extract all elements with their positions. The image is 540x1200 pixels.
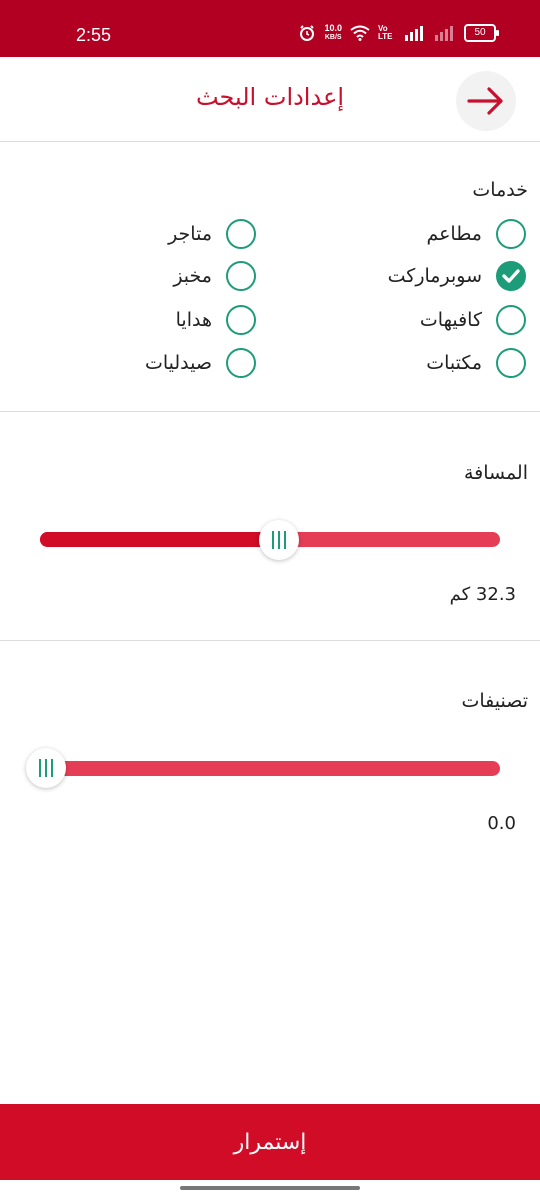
service-option-libraries[interactable]: مكتبات (426, 345, 526, 381)
ratings-value: 0.0 (487, 813, 516, 834)
service-option-gifts[interactable]: هدايا (176, 302, 256, 338)
network-speed-value: 10.0 (324, 23, 342, 33)
battery-icon: 50 (464, 24, 499, 42)
arrow-right-icon (467, 87, 503, 115)
checkbox-icon[interactable] (226, 305, 256, 335)
alarm-icon (300, 25, 315, 41)
checkbox-icon[interactable] (226, 261, 256, 291)
status-bar: 2:55 10.0 KB/S Vo LTE 50 (0, 0, 540, 57)
network-speed: 10.0 KB/S (324, 24, 342, 42)
checkbox-icon[interactable] (496, 219, 526, 249)
service-label: مخبز (173, 265, 212, 287)
volte-indicator: Vo LTE (378, 24, 393, 41)
service-label: كافيهات (419, 309, 482, 331)
wifi-icon (350, 25, 370, 41)
service-label: سوبرماركت (387, 265, 482, 287)
service-label: هدايا (175, 309, 212, 331)
checkbox-icon[interactable] (496, 305, 526, 335)
ratings-slider-track[interactable] (40, 761, 500, 776)
ratings-slider-thumb[interactable] (26, 748, 66, 788)
service-label: متاجر (168, 223, 212, 245)
status-time: 2:55 (76, 25, 112, 45)
service-option-restaurants[interactable]: مطاعم (426, 216, 526, 252)
status-icons: 10.0 KB/S Vo LTE 50 (298, 24, 499, 42)
service-option-bakery[interactable]: مخبز (173, 258, 256, 294)
checkbox-icon[interactable] (226, 348, 256, 378)
services-title: خدمات (472, 179, 528, 201)
service-label: مكتبات (426, 352, 482, 374)
service-option-stores[interactable]: متاجر (168, 216, 256, 252)
divider (0, 411, 540, 412)
header: إعدادات البحث (0, 57, 540, 142)
network-speed-unit: KB/S (324, 34, 342, 41)
ratings-title: تصنيفات (461, 690, 528, 712)
divider (0, 640, 540, 641)
checkbox-icon[interactable] (226, 219, 256, 249)
back-button[interactable] (456, 71, 516, 131)
service-option-pharmacies[interactable]: صيدليات (145, 345, 256, 381)
service-option-cafes[interactable]: كافيهات (420, 302, 526, 338)
service-label: مطاعم (426, 223, 482, 245)
continue-button[interactable]: إستمرار (0, 1104, 540, 1180)
service-label: صيدليات (144, 352, 212, 374)
signal-icon (405, 26, 423, 41)
distance-slider-fill (40, 532, 280, 547)
checkbox-icon[interactable] (496, 348, 526, 378)
check-icon[interactable] (496, 261, 526, 291)
distance-value: 32.3 كم (449, 584, 516, 605)
signal-weak-icon (435, 26, 453, 41)
service-option-supermarket[interactable]: سوبرماركت (388, 258, 526, 294)
distance-slider-thumb[interactable] (259, 520, 300, 560)
home-indicator (180, 1186, 360, 1190)
distance-title: المسافة (463, 462, 528, 484)
